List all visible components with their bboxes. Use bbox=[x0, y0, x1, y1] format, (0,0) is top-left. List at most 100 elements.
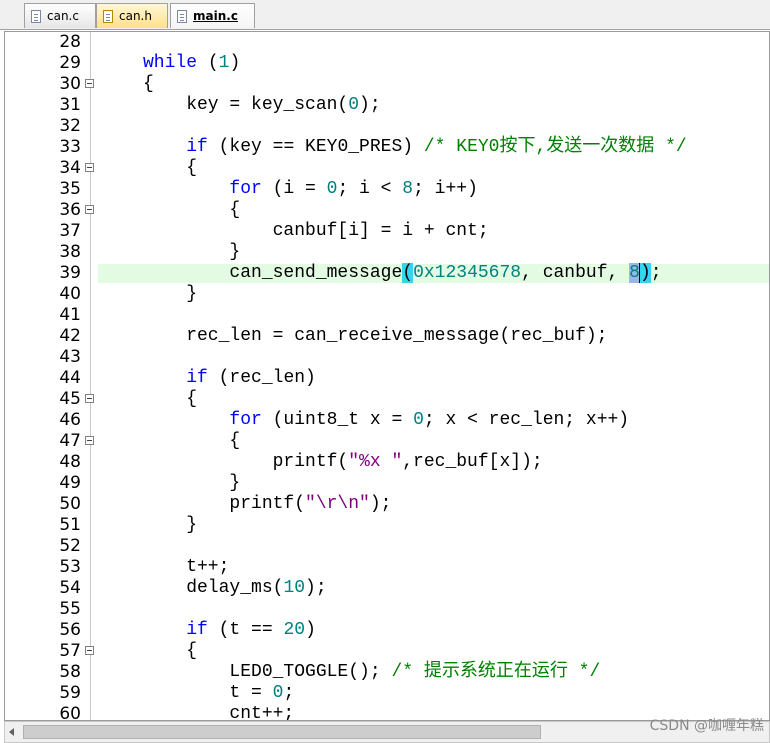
line-number: 52 bbox=[59, 536, 81, 556]
code-line[interactable]: 40 } bbox=[5, 284, 769, 305]
line-number: 55 bbox=[59, 599, 81, 619]
line-number: 50 bbox=[59, 494, 81, 514]
code-line[interactable]: 43 bbox=[5, 347, 769, 368]
code-line[interactable]: 45 { bbox=[5, 389, 769, 410]
code-text: for (i = 0; i < 8; i++) bbox=[229, 179, 478, 199]
line-number: 38 bbox=[59, 242, 81, 262]
code-line[interactable]: 59 t = 0; bbox=[5, 683, 769, 704]
line-number: 53 bbox=[59, 557, 81, 577]
code-line[interactable]: 28 bbox=[5, 32, 769, 53]
code-line[interactable]: 54 delay_ms(10); bbox=[5, 578, 769, 599]
code-line[interactable]: 42 rec_len = can_receive_message(rec_buf… bbox=[5, 326, 769, 347]
code-editor[interactable]: 28 29 while (1) 30{31 key = key_scan(0); 32 3… bbox=[4, 31, 770, 721]
code-line[interactable]: 32 bbox=[5, 116, 769, 137]
scrollbar-thumb[interactable] bbox=[23, 725, 541, 739]
line-number: 35 bbox=[59, 179, 81, 199]
line-number: 32 bbox=[59, 116, 81, 136]
code-line[interactable]: 46 for (uint8_t x = 0; x < rec_len; x++) bbox=[5, 410, 769, 431]
fold-toggle-icon[interactable] bbox=[85, 163, 94, 172]
code-text: } bbox=[143, 473, 241, 493]
line-number: 33 bbox=[59, 137, 81, 157]
fold-toggle-icon[interactable] bbox=[85, 646, 94, 655]
code-line[interactable]: 49 } bbox=[5, 473, 769, 494]
code-text: } bbox=[143, 284, 198, 304]
code-line[interactable]: 44 if (rec_len) bbox=[5, 368, 769, 389]
scroll-left-arrow-icon[interactable] bbox=[9, 728, 14, 736]
line-number: 60 bbox=[59, 704, 81, 721]
code-text: printf("\r\n"); bbox=[143, 494, 392, 514]
line-number: 47 bbox=[59, 431, 81, 451]
line-number: 59 bbox=[59, 683, 81, 703]
line-number: 37 bbox=[59, 221, 81, 241]
fold-toggle-icon[interactable] bbox=[85, 79, 94, 88]
code-line[interactable]: 39 can_send_message(0x12345678, canbuf, … bbox=[5, 263, 769, 284]
code-text: cnt++; bbox=[143, 704, 295, 721]
code-text: delay_ms(10); bbox=[143, 578, 327, 598]
h-file-icon bbox=[103, 9, 113, 23]
code-line[interactable]: 50 printf("\r\n"); bbox=[5, 494, 769, 515]
line-number: 51 bbox=[59, 515, 81, 535]
code-text: if (key == KEY0_PRES) /* KEY0按下,发送一次数据 *… bbox=[186, 137, 687, 157]
line-number: 56 bbox=[59, 620, 81, 640]
code-text: printf("%x ",rec_buf[x]); bbox=[143, 452, 543, 472]
code-line[interactable]: 36 { bbox=[5, 200, 769, 221]
code-text: { bbox=[143, 389, 198, 409]
code-line[interactable]: 30 { bbox=[5, 74, 769, 95]
code-line[interactable]: 33 if (key == KEY0_PRES) /* KEY0按下,发送一次数… bbox=[5, 137, 769, 158]
fold-toggle-icon[interactable] bbox=[85, 394, 94, 403]
code-line[interactable]: 31 key = key_scan(0); bbox=[5, 95, 769, 116]
code-text: { bbox=[143, 641, 198, 661]
line-number: 41 bbox=[59, 305, 81, 325]
line-number: 36 bbox=[59, 200, 81, 220]
code-line[interactable]: 38 } bbox=[5, 242, 769, 263]
line-number: 57 bbox=[59, 641, 81, 661]
code-line[interactable]: 58 LED0_TOGGLE(); /* 提示系统正在运行 */ bbox=[5, 662, 769, 683]
code-text: LED0_TOGGLE(); /* 提示系统正在运行 */ bbox=[143, 662, 601, 682]
line-number: 42 bbox=[59, 326, 81, 346]
code-text: { bbox=[143, 74, 154, 94]
code-text: if (t == 20) bbox=[186, 620, 316, 640]
code-line[interactable]: 29 while (1) bbox=[5, 53, 769, 74]
line-number: 48 bbox=[59, 452, 81, 472]
code-text: while (1) bbox=[143, 53, 241, 73]
tab-label: main.c bbox=[193, 9, 238, 23]
code-text: } bbox=[143, 515, 198, 535]
code-line[interactable]: 48 printf("%x ",rec_buf[x]); bbox=[5, 452, 769, 473]
tab-can-h[interactable]: can.h bbox=[96, 3, 168, 28]
code-line[interactable]: 34 { bbox=[5, 158, 769, 179]
code-text: { bbox=[143, 431, 241, 451]
code-text: } bbox=[143, 242, 241, 262]
c-file-icon bbox=[31, 9, 41, 23]
line-number: 54 bbox=[59, 578, 81, 598]
line-number: 58 bbox=[59, 662, 81, 682]
code-line[interactable]: 37 canbuf[i] = i + cnt; bbox=[5, 221, 769, 242]
code-text: canbuf[i] = i + cnt; bbox=[143, 221, 489, 241]
code-line[interactable]: 51 } bbox=[5, 515, 769, 536]
tab-label: can.c bbox=[47, 9, 79, 23]
code-line[interactable]: 56 if (t == 20) bbox=[5, 620, 769, 641]
tab-can-c[interactable]: can.c bbox=[24, 3, 96, 28]
line-number: 44 bbox=[59, 368, 81, 388]
code-text: t = 0; bbox=[143, 683, 295, 703]
code-line[interactable]: 53 t++; bbox=[5, 557, 769, 578]
code-line[interactable]: 35 for (i = 0; i < 8; i++) bbox=[5, 179, 769, 200]
tab-main-c[interactable]: main.c bbox=[170, 3, 255, 28]
tab-label: can.h bbox=[119, 9, 152, 23]
code-text: for (uint8_t x = 0; x < rec_len; x++) bbox=[229, 410, 630, 430]
fold-toggle-icon[interactable] bbox=[85, 205, 94, 214]
line-number: 34 bbox=[59, 158, 81, 178]
line-number: 29 bbox=[59, 53, 81, 73]
line-number: 45 bbox=[59, 389, 81, 409]
line-number: 49 bbox=[59, 473, 81, 493]
line-number: 39 bbox=[59, 263, 81, 283]
line-number: 28 bbox=[59, 32, 81, 52]
code-line[interactable]: 55 bbox=[5, 599, 769, 620]
fold-toggle-icon[interactable] bbox=[85, 436, 94, 445]
line-number: 30 bbox=[59, 74, 81, 94]
watermark: CSDN @咖喱年糕 bbox=[649, 718, 764, 734]
code-text: if (rec_len) bbox=[186, 368, 316, 388]
code-line[interactable]: 47 { bbox=[5, 431, 769, 452]
code-line[interactable]: 41 bbox=[5, 305, 769, 326]
code-line[interactable]: 52 bbox=[5, 536, 769, 557]
code-line[interactable]: 57 { bbox=[5, 641, 769, 662]
